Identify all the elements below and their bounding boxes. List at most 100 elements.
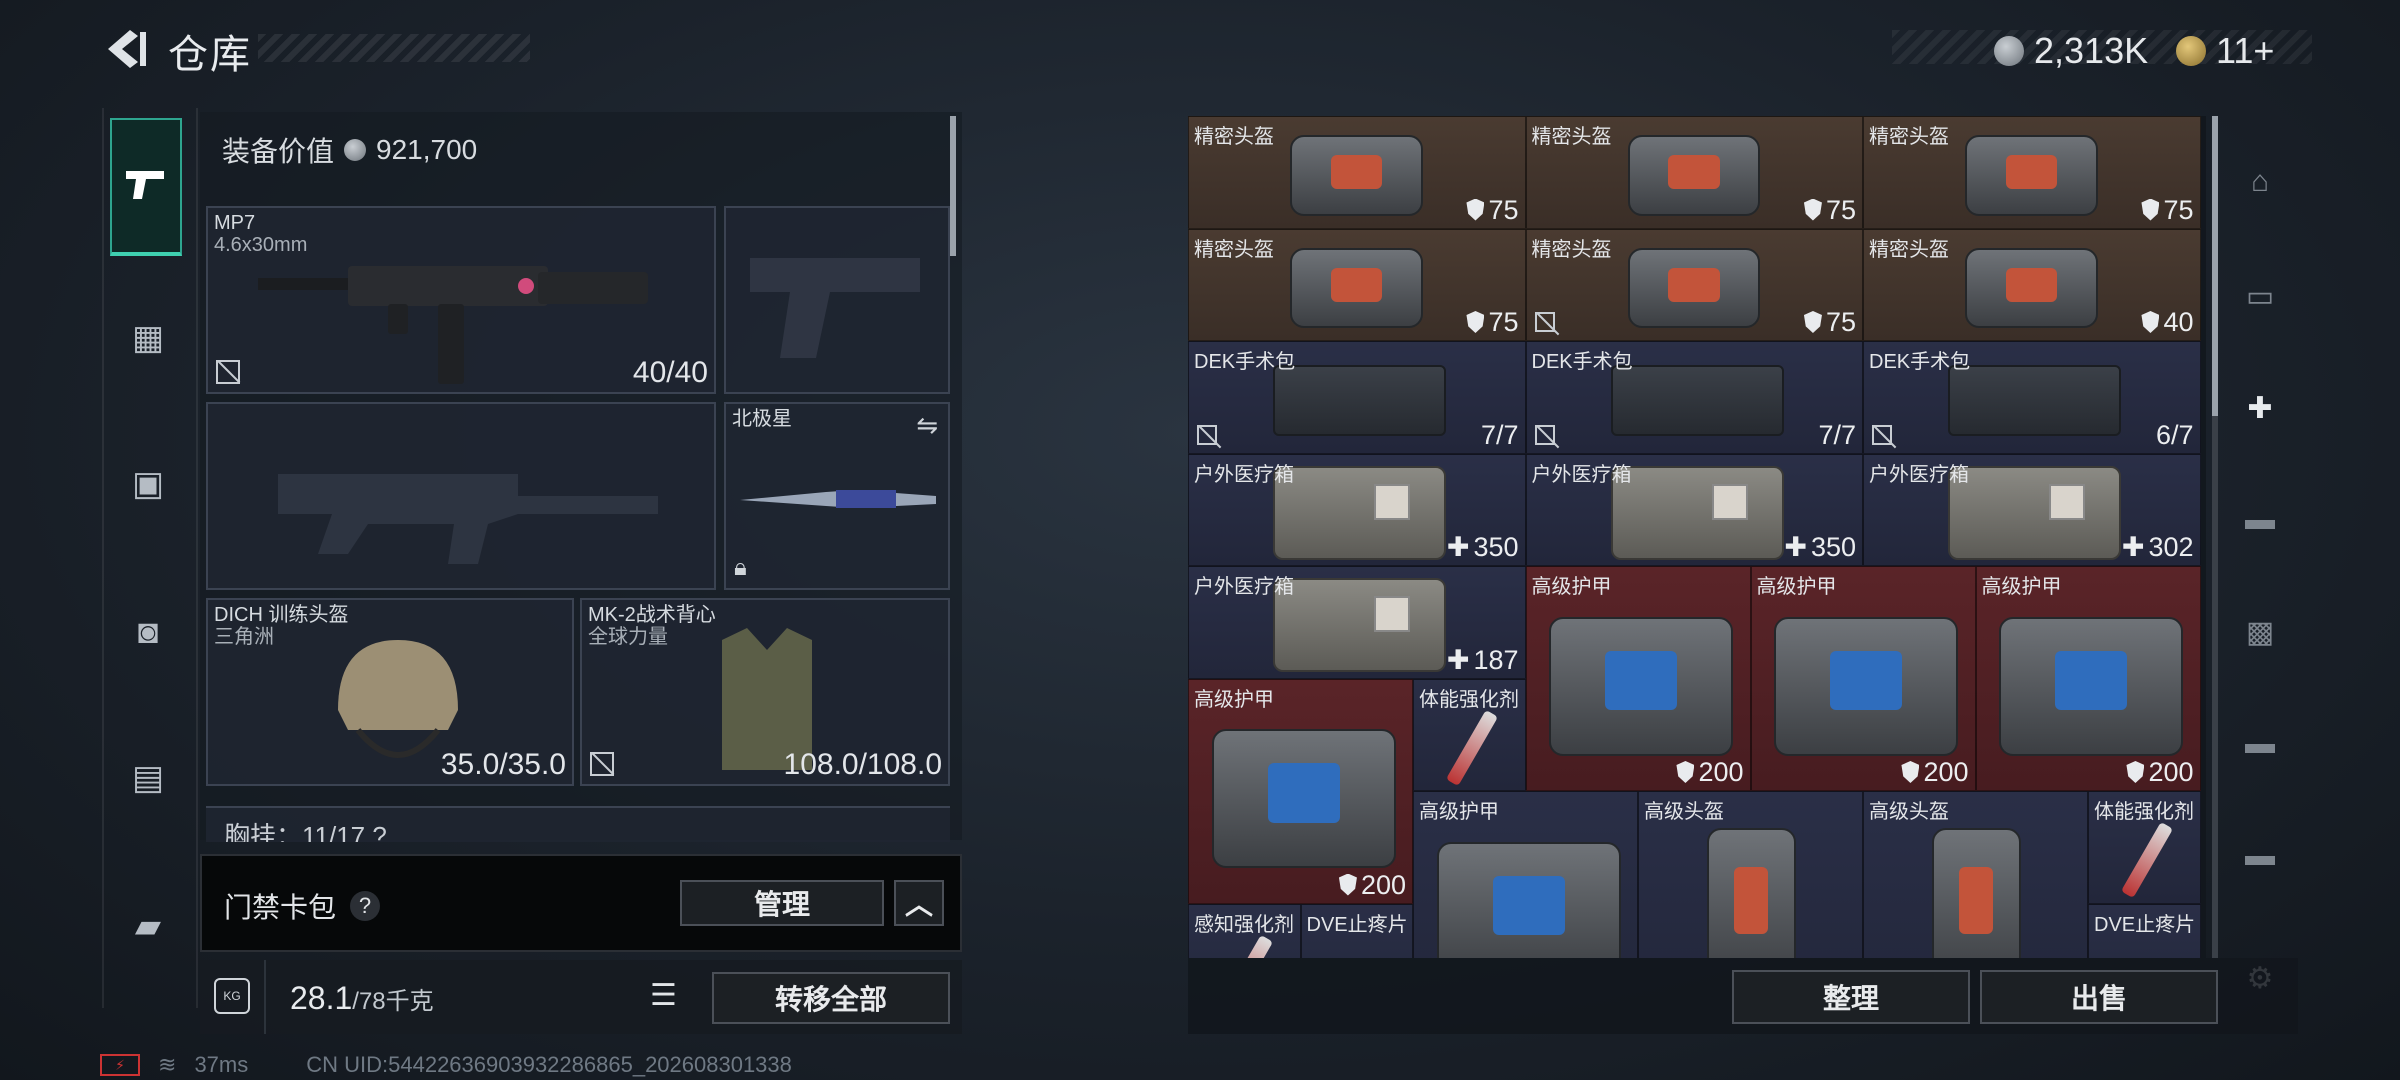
page-title: 仓库 — [168, 32, 252, 78]
folder-icon: ▭ — [2245, 279, 2275, 313]
item-name: 精密头盔 — [1869, 238, 1949, 261]
stash-item[interactable]: DVE止疼片 — [1300, 903, 1413, 958]
secondary-weapon-slot[interactable] — [724, 206, 950, 394]
nav-pouch[interactable]: ◙ — [110, 594, 186, 670]
stash-item[interactable]: DEK手术包 6/7 — [1863, 341, 2201, 454]
rifle-silhouette — [278, 474, 658, 564]
surgery-kit-image — [1610, 364, 1784, 436]
nav-case[interactable]: ▰ — [110, 888, 186, 964]
weapon-ammo: 40/40 — [632, 356, 708, 389]
stash-item[interactable]: 感知强化剂 — [1188, 903, 1301, 958]
stash-item[interactable]: DEK手术包 7/7 — [1188, 341, 1526, 454]
nav-vest[interactable]: ▦ — [110, 300, 186, 376]
item-value-text: 75 — [2163, 194, 2194, 225]
item-value-text: 6/7 — [2155, 419, 2194, 450]
item-value-text: 75 — [1825, 307, 1856, 337]
stash-item[interactable]: 精密头盔 75 — [1525, 116, 1863, 229]
stash-item[interactable]: 精密头盔 75 — [1188, 116, 1526, 229]
stash-item[interactable]: 高级头盔 — [1863, 791, 2088, 958]
armor-slot[interactable]: MK-2战术背心 全球力量 108.0/108.0 — [580, 598, 950, 786]
item-value-text: 75 — [1488, 307, 1519, 337]
nav-stash-iii-c[interactable]: ▬ — [2222, 818, 2298, 894]
stash-item[interactable]: 高级护甲 200 — [1975, 566, 2201, 791]
nav-stash-iii-a[interactable]: ▬ — [2222, 482, 2298, 558]
keycard-bar: 门禁卡包 ? 管理 ︿ — [200, 854, 962, 952]
item-name: 体能强化剂 — [1419, 688, 1519, 711]
nav-stash-iii-b[interactable]: ▬ — [2222, 706, 2298, 782]
ping-text: 37ms — [194, 1052, 249, 1077]
stash-grid: 精密头盔 75 精密头盔 75 精密头盔 75 精密头盔 75 精密头盔 75 精密头盔 40 DEK手… — [1188, 116, 2206, 958]
nav-stash-iv-b[interactable]: ▩ — [2222, 594, 2298, 670]
outdoor-medkit-image — [1273, 465, 1447, 560]
stash-item[interactable]: 户外医疗箱 ✚ 350 — [1188, 453, 1526, 566]
item-name: 精密头盔 — [1194, 126, 1274, 148]
stash-item[interactable]: 高级头盔 — [1638, 791, 1863, 958]
equip-value: 921,700 — [376, 134, 478, 165]
nav-stash-iv-a[interactable]: ▭ — [2222, 258, 2298, 334]
item-name: 高级护甲 — [1194, 688, 1274, 711]
nav-clipboard[interactable]: ▤ — [110, 740, 186, 816]
truck-icon: ▬ — [2245, 503, 2275, 536]
precision-helmet-image — [1965, 135, 2098, 216]
item-value-text: 75 — [1488, 194, 1519, 225]
stash-item[interactable]: 高级护甲 200 — [1750, 566, 1976, 791]
item-name: 体能强化剂 — [2094, 801, 2194, 823]
stimulant-syringe-image — [1220, 934, 1273, 958]
stash-item[interactable]: 户外医疗箱 ✚ 187 — [1188, 566, 1526, 679]
stash-item[interactable]: 体能强化剂 — [2088, 791, 2201, 904]
safe-icon: ▩ — [2245, 615, 2275, 649]
sort-button[interactable]: 整理 — [1732, 970, 1970, 1024]
chest-rig-slot[interactable]: 胸挂：11/17 ? — [206, 806, 950, 842]
stash-item[interactable]: 体能强化剂 — [1413, 678, 1526, 791]
shield-icon — [1901, 761, 1920, 783]
precision-helmet-image — [1627, 135, 1760, 216]
nav-medical[interactable]: ✚ — [2222, 370, 2298, 446]
stash-scrollbar-thumb[interactable] — [2212, 116, 2218, 416]
armor-faction: 全球力量 — [588, 626, 668, 648]
precision-helmet-image — [1290, 135, 1423, 216]
nav-weapons-active[interactable] — [110, 118, 182, 256]
stash-item[interactable]: 高级护甲 200 — [1188, 678, 1413, 904]
stash-item[interactable]: DEK手术包 7/7 — [1525, 341, 1863, 454]
stash-item[interactable]: 高级护甲 — [1413, 791, 1638, 958]
surgery-kit-image — [1273, 364, 1447, 436]
precision-helmet-image — [1627, 247, 1760, 328]
help-button[interactable]: ? — [350, 891, 381, 921]
heal-plus-icon: ✚ — [2121, 532, 2145, 562]
stash-item[interactable]: 户外医疗箱 ✚ 302 — [1863, 453, 2201, 566]
stimulant-syringe-image — [2120, 821, 2173, 899]
list-view-icon[interactable]: ☰ — [650, 978, 677, 1013]
stash-item[interactable]: 户外医疗箱 ✚ 350 — [1525, 453, 1863, 566]
rifle-slot-empty[interactable] — [206, 402, 716, 590]
gold-currency[interactable]: 11+ — [2176, 30, 2274, 72]
item-name: 精密头盔 — [1531, 126, 1612, 148]
stash-item[interactable]: DVE止疼片 — [2088, 903, 2201, 958]
weight-readout: 28.1/78千克 — [290, 980, 434, 1017]
back-button[interactable] — [100, 24, 150, 74]
item-value: 6/7 — [2156, 420, 2194, 451]
helmet-slot[interactable]: DICH 训练头盔 三角洲 35.0/35.0 — [206, 598, 574, 786]
vehicle-icon: ▬ — [2245, 727, 2275, 760]
silver-currency[interactable]: 2,313K — [1994, 30, 2148, 72]
sell-button[interactable]: 出售 — [1980, 970, 2218, 1024]
shield-icon — [2141, 198, 2160, 221]
no-insure-icon — [1534, 312, 1555, 332]
stash-item[interactable]: 精密头盔 75 — [1863, 116, 2201, 229]
primary-weapon-slot[interactable]: MP7 4.6x30mm 40/40 — [206, 206, 716, 394]
item-name: 高级护甲 — [1981, 576, 2062, 598]
nav-all-stash[interactable]: ⌂ — [2222, 144, 2298, 220]
panel-scrollbar[interactable] — [950, 116, 956, 256]
manage-button[interactable]: 管理 — [680, 880, 884, 926]
pouch-icon: ◙ — [137, 612, 159, 651]
swap-icon[interactable]: ⇋ — [916, 410, 938, 441]
stash-item[interactable]: 精密头盔 75 — [1188, 228, 1526, 341]
stash-item[interactable]: 高级护甲 200 — [1525, 566, 1751, 791]
melee-slot[interactable]: 北极星 ⇋ 🔒︎ — [724, 402, 950, 590]
nav-backpack[interactable]: ▣ — [110, 446, 186, 522]
stash-item[interactable]: 精密头盔 40 — [1863, 228, 2201, 341]
stash-item[interactable]: 精密头盔 75 — [1525, 228, 1863, 341]
collapse-button[interactable]: ︿ — [894, 880, 944, 926]
transfer-all-button[interactable]: 转移全部 — [712, 972, 950, 1024]
weight-current: 28.1 — [290, 980, 353, 1016]
lock-icon: 🔒︎ — [734, 554, 747, 581]
